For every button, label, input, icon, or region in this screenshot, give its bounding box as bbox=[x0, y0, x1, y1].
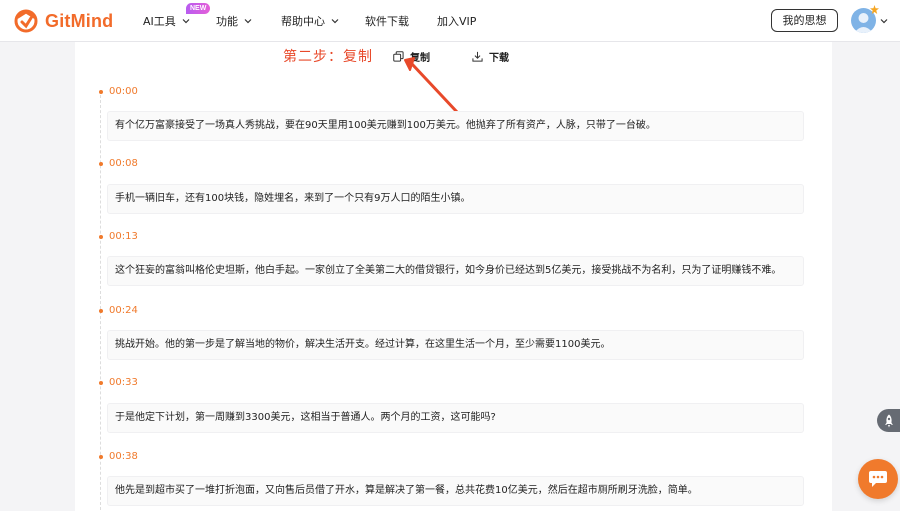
segment-text[interactable]: 有个亿万富豪接受了一场真人秀挑战，要在90天里用100美元赚到100万美元。他抛… bbox=[107, 111, 804, 141]
back-to-top-button[interactable] bbox=[877, 409, 900, 432]
segment-text[interactable]: 于是他定下计划，第一周赚到3300美元，这相当于普通人。两个月的工资，这可能吗? bbox=[107, 403, 804, 433]
segment-timestamp[interactable]: 00:13 bbox=[99, 231, 138, 242]
timeline-dot bbox=[99, 234, 103, 239]
new-badge: NEW bbox=[186, 3, 211, 14]
rocket-icon bbox=[884, 414, 893, 427]
top-nav-bar: GitMind AI工具 NEW 功能 帮助中心 软件下载 加入VIP 我的思想 bbox=[0, 0, 900, 42]
my-ideas-button[interactable]: 我的思想 bbox=[771, 9, 838, 32]
timeline-dot bbox=[99, 161, 103, 166]
timeline-dot bbox=[99, 89, 103, 94]
timestamp-label: 00:00 bbox=[109, 86, 138, 97]
segment-text[interactable]: 这个狂妄的富翁叫格伦史坦斯，他白手起。一家创立了全美第二大的借贷银行，如今身价已… bbox=[107, 256, 804, 286]
chat-icon bbox=[869, 471, 887, 487]
nav-help-center-label: 帮助中心 bbox=[281, 15, 325, 28]
vip-star-icon bbox=[870, 5, 879, 14]
chevron-down-icon bbox=[331, 19, 339, 24]
timestamp-label: 00:38 bbox=[109, 451, 138, 462]
nav-features[interactable]: 功能 bbox=[216, 13, 252, 29]
segment-text[interactable]: 挑战开始。他的第一步是了解当地的物价，解决生活开支。经过计算，在这里生活一个月，… bbox=[107, 330, 804, 360]
chat-support-button[interactable] bbox=[858, 459, 898, 499]
nav-ai-tools[interactable]: AI工具 bbox=[143, 13, 190, 29]
segment-timestamp[interactable]: 00:33 bbox=[99, 377, 138, 388]
segment-text[interactable]: 手机一辆旧车，还有100块钱，隐姓埋名，来到了一个只有9万人口的陌生小镇。 bbox=[107, 184, 804, 214]
brand-logo[interactable]: GitMind bbox=[13, 8, 113, 34]
chevron-down-icon bbox=[182, 19, 190, 24]
segment-timestamp[interactable]: 00:08 bbox=[99, 158, 138, 169]
segment-timestamp[interactable]: 00:00 bbox=[99, 86, 138, 97]
segment-timestamp[interactable]: 00:38 bbox=[99, 451, 138, 462]
nav-ai-tools-label: AI工具 bbox=[143, 15, 176, 28]
download-label: 下载 bbox=[489, 53, 509, 64]
nav-software-download-label: 软件下载 bbox=[365, 15, 409, 28]
nav-join-vip-label: 加入VIP bbox=[437, 15, 477, 28]
timeline-dot bbox=[99, 380, 103, 385]
brand-name: GitMind bbox=[45, 10, 114, 31]
nav-help-center[interactable]: 帮助中心 bbox=[281, 13, 339, 29]
timestamp-label: 00:24 bbox=[109, 305, 138, 316]
nav-software-download[interactable]: 软件下载 bbox=[365, 13, 409, 29]
timeline-dot bbox=[99, 308, 103, 313]
nav-join-vip[interactable]: 加入VIP bbox=[437, 13, 476, 29]
timeline-dot bbox=[99, 454, 103, 459]
chevron-down-icon bbox=[244, 19, 252, 24]
timestamp-label: 00:08 bbox=[109, 158, 138, 169]
segment-timestamp[interactable]: 00:24 bbox=[99, 305, 138, 316]
timestamp-label: 00:13 bbox=[109, 231, 138, 242]
gitmind-logo-icon bbox=[14, 9, 38, 33]
step-annotation: 第二步：复制 bbox=[283, 49, 373, 65]
nav-features-label: 功能 bbox=[216, 15, 238, 28]
chevron-down-icon[interactable] bbox=[880, 17, 888, 25]
timestamp-label: 00:33 bbox=[109, 377, 138, 388]
segment-text[interactable]: 他先是到超市买了一堆打折泡面，又向售后员借了开水，算是解决了第一餐，总共花费10… bbox=[107, 476, 804, 506]
